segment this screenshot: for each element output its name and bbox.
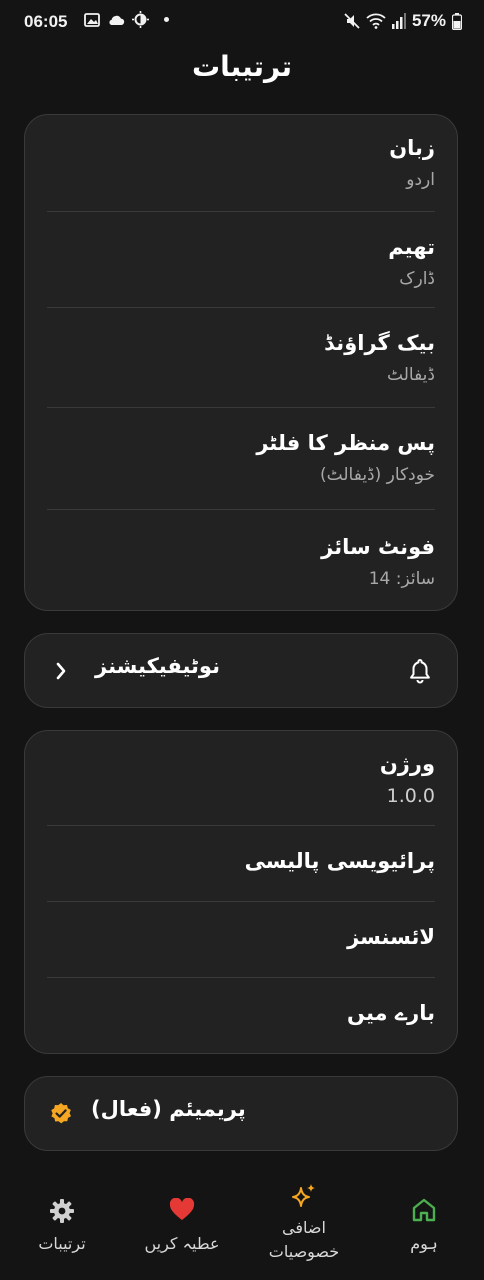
theme-setting[interactable]: تھیم ڈارک [47,212,435,308]
background-filter-setting[interactable]: پس منظر کا فلٹر خودکار (ڈیفالٹ) [47,408,435,510]
nav-settings-label: ترتیبات [38,1234,86,1253]
language-setting[interactable]: زبان اردو [47,115,435,212]
background-filter-value: خودکار (ڈیفالٹ) [320,465,435,485]
nav-home[interactable]: ہوم [396,1198,452,1256]
image-icon [84,12,100,27]
heart-icon [169,1198,195,1220]
about-card: ورژن 1.0.0 پرائیویسی پالیسی لائسنسز بارے… [24,730,458,1054]
notifications-row[interactable]: نوٹیفیکیشنز [25,634,457,707]
status-time: 06:05 [24,12,68,31]
page-title: ترتیبات [192,50,292,83]
about-row[interactable]: بارے میں [47,978,435,1054]
chevron-right-icon [56,662,66,680]
battery-percent: 57% [411,11,446,30]
nav-home-label: ہوم [410,1234,438,1253]
about-label: بارے میں [347,1001,435,1025]
cloud-icon [109,15,125,25]
bell-icon [410,659,430,684]
font-size-title: فونٹ سائز [321,535,435,559]
theme-title: تھیم [388,235,435,259]
premium-label: پریمیئم (فعال) [91,1097,246,1121]
status-bar: 06:05 57% [0,0,484,44]
nav-donate[interactable]: عطیہ کریں [136,1198,228,1256]
status-icons-left [84,11,169,28]
nav-settings[interactable]: ترتیبات [24,1198,100,1256]
version-value: 1.0.0 [386,785,435,807]
language-value: اردو [406,170,435,190]
language-title: زبان [389,136,435,160]
notifications-label: نوٹیفیکیشنز [95,654,220,678]
version-title: ورژن [379,752,435,776]
status-icons-right: 57% [344,11,462,31]
privacy-policy-label: پرائیویسی پالیسی [244,849,435,873]
notifications-card[interactable]: نوٹیفیکیشنز [24,633,458,708]
nav-donate-label: عطیہ کریں [144,1234,220,1253]
notification-dot-icon [164,17,169,22]
background-value: ڈیفالٹ [387,365,435,385]
nav-extras[interactable]: اضافی خصوصیات [252,1182,356,1264]
home-icon [412,1198,436,1222]
licenses-label: لائسنسز [347,925,435,949]
general-settings-card: زبان اردو تھیم ڈارک بیک گراؤنڈ ڈیفالٹ پس… [24,114,458,611]
background-title: بیک گراؤنڈ [324,331,435,355]
licenses-row[interactable]: لائسنسز [47,902,435,978]
privacy-policy-row[interactable]: پرائیویسی پالیسی [47,826,435,902]
background-setting[interactable]: بیک گراؤنڈ ڈیفالٹ [47,308,435,408]
signal-icon [391,13,406,29]
wifi-icon [366,13,386,29]
nav-extras-label-line2: خصوصیات [268,1242,340,1261]
font-size-value: سائز: 14 [368,569,435,589]
mute-icon [344,13,360,29]
premium-card[interactable]: پریمیئم (فعال) [24,1076,458,1151]
version-row: ورژن 1.0.0 [47,731,435,826]
background-filter-title: پس منظر کا فلٹر [256,431,435,455]
gear-icon [50,1199,74,1223]
bottom-navigation: ترتیبات عطیہ کریں اضافی خصوصیات ہوم [0,1170,484,1280]
font-size-setting[interactable]: فونٹ سائز سائز: 14 [47,510,435,610]
nav-extras-label-line1: اضافی [282,1218,326,1237]
sparkles-icon [292,1184,315,1207]
brightness-icon [132,11,149,28]
settings-screen: 06:05 57% ترتیبات زبان اردو تھیم ڈارک بی… [0,0,484,1280]
verified-badge-icon [51,1103,71,1124]
theme-value: ڈارک [399,269,435,289]
battery-icon [452,12,462,30]
